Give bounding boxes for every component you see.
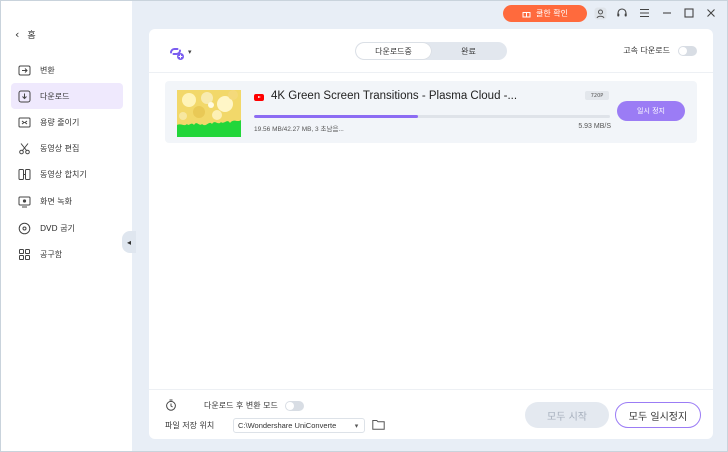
add-link-icon bbox=[170, 48, 184, 60]
maximize-icon[interactable] bbox=[682, 6, 696, 20]
app-window: ‹ 홈 변환 다운로드 용량 줄이기 동영상 편집 동영상 합치기 화면 녹화 … bbox=[1, 1, 727, 451]
add-download-button[interactable]: ▾ bbox=[167, 43, 197, 61]
tab-downloading[interactable]: 다운로드중 bbox=[356, 43, 431, 59]
convert-mode: 다운로드 후 변환 모드 bbox=[204, 400, 304, 411]
pause-all-button[interactable]: 모두 일시정지 bbox=[615, 402, 701, 428]
sidebar-item-dvd[interactable]: DVD 굽기 bbox=[11, 215, 123, 241]
turbo-download: 고속 다운로드 bbox=[623, 45, 697, 56]
record-icon bbox=[18, 196, 31, 207]
download-speed: 5.93 MB/S bbox=[578, 123, 611, 130]
turbo-toggle[interactable] bbox=[678, 45, 697, 56]
merge-icon bbox=[18, 168, 31, 180]
back-label: 홈 bbox=[27, 30, 36, 41]
youtube-icon bbox=[254, 94, 264, 101]
convert-mode-label: 다운로드 후 변환 모드 bbox=[204, 401, 278, 410]
timer-icon[interactable] bbox=[165, 399, 177, 411]
save-path-value: C:\Wondershare UniConverte bbox=[238, 421, 337, 430]
sidebar-item-merge[interactable]: 동영상 합치기 bbox=[11, 161, 123, 187]
chevron-left-icon: ‹ bbox=[15, 27, 20, 41]
close-icon[interactable] bbox=[704, 6, 718, 20]
divider bbox=[149, 72, 713, 73]
progress-fill bbox=[254, 115, 418, 118]
sidebar: ‹ 홈 변환 다운로드 용량 줄이기 동영상 편집 동영상 합치기 화면 녹화 … bbox=[1, 1, 132, 451]
video-title: 4K Green Screen Transitions - Plasma Clo… bbox=[271, 90, 518, 102]
download-icon bbox=[18, 90, 31, 102]
chevron-down-icon: ▾ bbox=[188, 48, 192, 56]
sidebar-item-label: 동영상 합치기 bbox=[40, 169, 87, 179]
main-panel: ▾ 다운로드중 완료 고속 다운로드 4K Green Screen Trans… bbox=[149, 29, 713, 439]
convert-icon bbox=[18, 65, 31, 75]
sidebar-item-record[interactable]: 화면 녹화 bbox=[11, 188, 123, 214]
scissors-icon bbox=[19, 142, 30, 154]
user-icon[interactable] bbox=[593, 6, 607, 20]
sidebar-item-download[interactable]: 다운로드 bbox=[11, 83, 123, 109]
folder-icon[interactable] bbox=[372, 419, 385, 430]
tab-finished[interactable]: 완료 bbox=[431, 43, 506, 59]
minimize-icon[interactable] bbox=[660, 6, 674, 20]
compress-icon bbox=[18, 117, 31, 127]
sidebar-item-label: DVD 굽기 bbox=[40, 223, 75, 233]
video-thumbnail bbox=[177, 90, 241, 137]
download-status: 19.56 MB/42.27 MB, 3 초남음... bbox=[254, 126, 344, 133]
gift-icon bbox=[522, 12, 531, 18]
promo-label: 쿨한 확인 bbox=[536, 9, 568, 18]
sidebar-item-toolbox[interactable]: 공구함 bbox=[11, 241, 123, 267]
sidebar-item-convert[interactable]: 변환 bbox=[11, 57, 123, 83]
quality-badge: 720P bbox=[585, 91, 609, 100]
sidebar-item-label: 화면 녹화 bbox=[40, 196, 72, 206]
chevron-left-icon: ◂ bbox=[126, 237, 131, 247]
headset-icon[interactable] bbox=[615, 6, 629, 20]
sidebar-item-label: 변환 bbox=[40, 65, 55, 75]
save-path-select[interactable]: C:\Wondershare UniConverte ▾ bbox=[233, 418, 365, 433]
sidebar-item-label: 공구함 bbox=[40, 249, 63, 259]
sidebar-collapse-button[interactable]: ◂ bbox=[122, 231, 136, 253]
disc-icon bbox=[18, 222, 31, 234]
start-all-button[interactable]: 모두 시작 bbox=[525, 402, 609, 428]
toolbox-icon bbox=[19, 248, 30, 260]
convert-mode-toggle[interactable] bbox=[284, 400, 304, 411]
menu-icon[interactable] bbox=[637, 6, 651, 20]
download-tabs: 다운로드중 완료 bbox=[355, 42, 507, 60]
download-item: 4K Green Screen Transitions - Plasma Clo… bbox=[165, 81, 697, 143]
footer-divider bbox=[149, 389, 713, 390]
sidebar-item-label: 다운로드 bbox=[40, 91, 70, 101]
turbo-label: 고속 다운로드 bbox=[623, 46, 670, 55]
back-home-link[interactable]: ‹ 홈 bbox=[15, 27, 36, 41]
pause-button[interactable]: 일시 정지 bbox=[617, 101, 685, 121]
sidebar-item-label: 동영상 편집 bbox=[40, 143, 80, 153]
sidebar-item-edit[interactable]: 동영상 편집 bbox=[11, 135, 123, 161]
chevron-down-icon: ▾ bbox=[351, 420, 362, 431]
save-location-label: 파일 저장 위치 bbox=[165, 421, 215, 430]
sidebar-item-compress[interactable]: 용량 줄이기 bbox=[11, 109, 123, 135]
download-progress-bar bbox=[254, 115, 610, 118]
promo-button[interactable]: 쿨한 확인 bbox=[503, 5, 587, 22]
sidebar-item-label: 용량 줄이기 bbox=[40, 117, 80, 127]
